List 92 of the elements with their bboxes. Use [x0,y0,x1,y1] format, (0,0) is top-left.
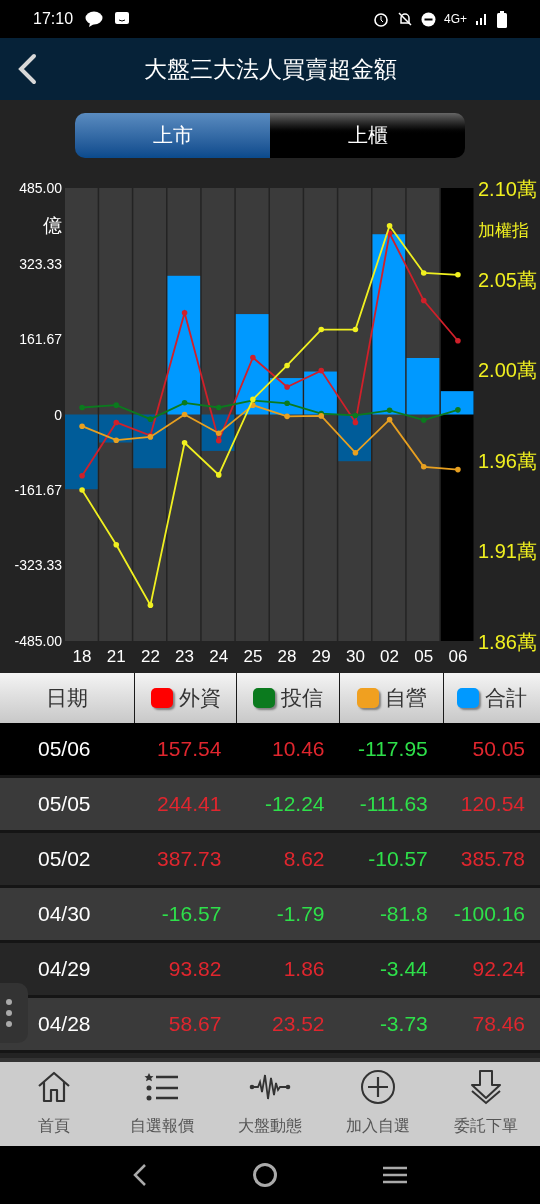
value-cell: 93.82 [168,957,222,981]
home-icon [36,1070,72,1104]
value-cell: 23.52 [272,1012,325,1036]
value-cell: 50.05 [472,737,525,761]
value-cell: -117.95 [358,737,428,761]
down-arrow-icon [469,1069,503,1105]
more-icon [5,998,13,1028]
y2-axis-label: 2.00萬 [478,359,537,382]
x-axis-label: 28 [277,647,297,665]
x-axis-label: 21 [106,647,126,665]
y-axis-label: -485.00 [14,633,62,649]
page-title: 大盤三大法人買賣超金額 [143,54,397,84]
segment-tab[interactable]: 上市 [75,112,270,158]
column-label: 日期 [46,685,88,712]
value-cell: -1.79 [276,902,325,926]
x-axis-label: 22 [140,647,160,665]
y2-axis-label: 2.05萬 [478,268,537,291]
back-icon[interactable] [132,1163,148,1187]
y-axis-label: 323.33 [19,255,62,272]
value-cell: 120.54 [460,792,525,816]
column-label: 自營 [384,685,427,712]
table-row[interactable]: 04/30 -16.57 -1.79 -81.8 -100.16 [0,888,540,943]
column-label: 合計 [484,685,527,712]
signal-icon [475,12,489,26]
value-cell: -100.16 [453,902,525,926]
value-cell: 1.86 [283,957,325,981]
nav-tab[interactable]: 大盤動態 [216,1062,324,1146]
home-circle-icon[interactable] [252,1162,278,1188]
value-cell: 78.46 [472,1012,525,1036]
y-axis-label: -323.33 [14,557,62,574]
y-axis-label: -161.67 [14,482,62,498]
date-cell: 04/29 [38,957,91,981]
message-icon [115,12,130,26]
menu-icon[interactable] [382,1165,408,1185]
nav-tab[interactable]: 自選報價 [108,1062,216,1146]
y2-axis-label: 1.86萬 [478,631,537,653]
y-axis-label: 485.00 [19,180,62,196]
nav-tab[interactable]: 首頁 [0,1062,108,1146]
x-axis-label: 25 [243,647,263,665]
value-cell: 385.78 [460,847,525,871]
value-cell: -3.73 [379,1012,428,1036]
network-type: 4G+ [444,11,467,28]
x-axis-label: 30 [345,647,365,665]
y2-axis-label: 1.91萬 [478,540,537,563]
status-time: 17:10 [33,9,74,29]
floating-handle[interactable] [0,983,28,1043]
date-cell: 05/05 [38,792,91,816]
x-axis-label: 02 [380,647,400,665]
date-cell: 05/02 [38,847,91,871]
segment-tab[interactable]: 上櫃 [270,112,465,158]
y2-axis-label: 1.96萬 [478,449,537,472]
x-axis-label: 29 [311,647,331,665]
value-cell: 92.24 [472,957,525,981]
value-cell: -3.44 [379,957,428,981]
x-axis-label: 06 [448,647,468,665]
chat-bubble-icon [85,11,104,27]
add-circle-icon [360,1069,396,1105]
table-row[interactable]: 05/06 157.54 10.46 -117.95 50.05 [0,723,540,778]
do-not-disturb-icon [421,11,436,27]
value-cell: -81.8 [379,902,428,926]
date-cell: 05/06 [38,737,91,761]
y-axis-label: 0 [54,406,62,423]
nav-tab[interactable]: 加入自選 [324,1062,432,1146]
value-cell: 8.62 [283,847,325,871]
column-label: 投信 [281,685,324,712]
table-row[interactable]: 04/28 58.67 23.52 -3.73 78.46 [0,998,540,1053]
table-row[interactable]: 05/05 244.41 -12.24 -111.63 120.54 [0,778,540,833]
x-axis-label: 18 [72,647,92,665]
value-cell: 387.73 [157,847,222,871]
battery-icon [497,10,507,28]
value-cell: -10.57 [368,847,428,871]
y-axis-unit: 億 [43,215,62,236]
value-cell: 10.46 [272,737,325,761]
x-axis-label: 24 [209,647,229,665]
x-axis-label: 05 [414,647,434,665]
value-cell: 58.67 [168,1012,222,1036]
y-axis-label: 161.67 [19,331,62,347]
y2-axis-label: 2.10萬 [478,178,537,200]
value-cell: -12.24 [265,792,325,816]
alarm-icon [373,11,389,27]
nav-tab[interactable]: 委託下單 [432,1062,540,1146]
back-icon [17,53,37,85]
value-cell: -16.57 [161,902,222,926]
date-cell: 04/30 [38,902,91,926]
date-cell: 04/28 [38,1012,91,1036]
value-cell: -111.63 [359,792,428,816]
value-cell: 244.41 [157,792,222,816]
value-cell: 157.54 [157,737,222,761]
column-label: 外資 [178,685,221,712]
muted-bell-icon [397,11,413,27]
index-legend: 加權指 [478,221,529,240]
x-axis-label: 23 [175,647,195,665]
